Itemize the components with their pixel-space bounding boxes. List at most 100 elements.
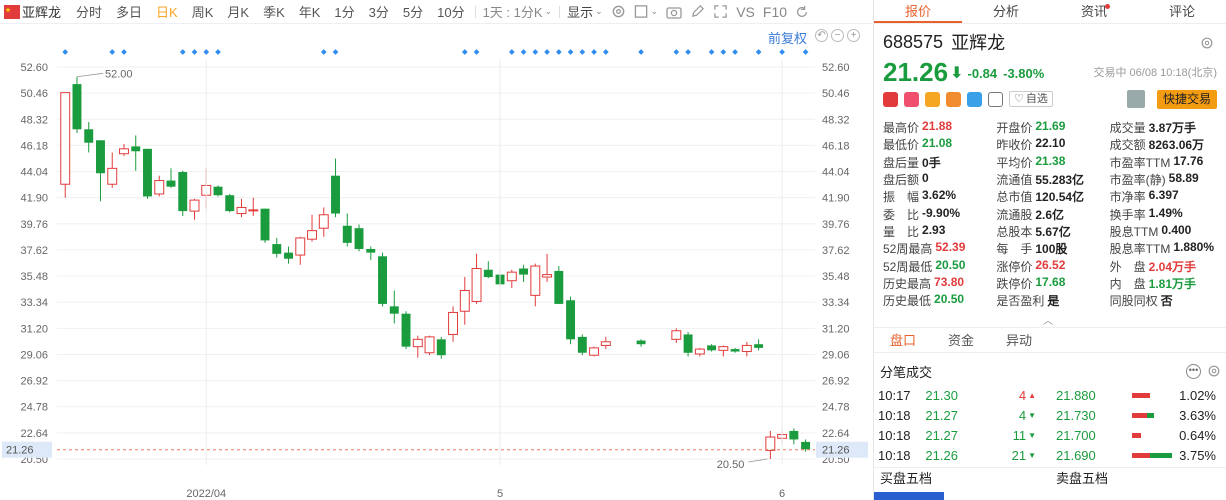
panel-tab[interactable]: 评论 <box>1138 0 1226 23</box>
stat-label: 涨停价 <box>996 259 1033 274</box>
stock-selector[interactable]: 亚辉龙 <box>0 2 69 21</box>
current-price-label: 21.26 <box>822 445 850 457</box>
period-tab[interactable]: 季K <box>256 2 292 21</box>
detail-tab[interactable]: 盘口 <box>874 328 932 352</box>
panel-tab[interactable]: 报价 <box>874 0 962 23</box>
refresh-icon[interactable] <box>791 5 813 19</box>
event-marker[interactable] <box>602 49 609 55</box>
gear-icon[interactable] <box>1200 36 1214 50</box>
coins-icon[interactable] <box>925 91 940 107</box>
detail-tab[interactable]: 资金 <box>932 328 990 352</box>
tab-label: 资讯 <box>1080 4 1107 19</box>
camera-icon[interactable] <box>662 4 686 19</box>
stat-cell: 最低价 21.08 <box>883 136 996 153</box>
collapse-icon[interactable]: ︿ <box>1043 312 1053 327</box>
event-marker[interactable] <box>567 49 574 55</box>
event-marker[interactable] <box>179 49 186 55</box>
event-marker[interactable] <box>673 49 680 55</box>
interval-dropdown[interactable]: 1天 : 1分K ⌄ <box>479 2 557 21</box>
event-marker[interactable] <box>332 49 339 55</box>
event-marker[interactable] <box>802 49 809 55</box>
event-marker[interactable] <box>473 49 480 55</box>
detail-tab[interactable]: 异动 <box>990 328 1048 352</box>
event-marker[interactable] <box>461 49 468 55</box>
x-tick-label: 5 <box>497 488 503 500</box>
chart-toolbar: 亚辉龙 分时 多日 日K 周K 月K 季K 年K 1分 3分 5分 10分 1天 : 1分K ⌄ 显示… <box>0 0 872 24</box>
zoom-out-icon[interactable]: − <box>831 29 844 42</box>
event-marker[interactable] <box>121 49 127 55</box>
event-marker[interactable] <box>532 49 539 55</box>
event-marker[interactable] <box>755 49 762 55</box>
bell-icon[interactable] <box>1126 90 1145 108</box>
event-marker[interactable] <box>191 49 198 55</box>
box-select-icon[interactable]: ⌄ <box>630 4 663 19</box>
period-tab[interactable]: 年K <box>292 2 328 21</box>
add-watchlist-button[interactable]: ♡ 自选 <box>1009 91 1053 107</box>
candle <box>272 237 282 258</box>
notebook-icon[interactable] <box>988 91 1003 107</box>
event-marker[interactable] <box>555 49 562 55</box>
event-marker[interactable] <box>579 49 586 55</box>
candle <box>448 306 459 342</box>
period-tab[interactable]: 日K <box>149 2 185 21</box>
period-tab[interactable]: 月K <box>220 2 256 21</box>
panel-tab[interactable]: 资讯 <box>1050 0 1138 23</box>
event-marker[interactable] <box>720 49 727 55</box>
tag-icon[interactable] <box>967 91 982 107</box>
draw-pen-icon[interactable] <box>686 4 709 19</box>
kline-chart[interactable]: 52.60 52.60 50.46 50.46 48.32 48.32 46.18 46.18… <box>0 24 872 500</box>
tick-list: 10:17 21.30 4 ▲ 10:18 21.27 4 ▼ 10:18 21.27 11 ▼ 10:… <box>878 385 1038 465</box>
candle <box>589 346 600 357</box>
event-marker[interactable] <box>203 49 210 55</box>
restore-adjust-link[interactable]: 前复权 <box>768 28 807 47</box>
candle <box>131 135 141 171</box>
event-marker[interactable] <box>320 49 327 55</box>
fullscreen-icon[interactable] <box>709 4 732 19</box>
event-marker[interactable] <box>109 49 116 55</box>
compare-button[interactable]: VS <box>732 4 759 20</box>
zoom-in-icon[interactable]: + <box>847 29 860 42</box>
chevron-down-icon: ⌄ <box>650 6 659 16</box>
event-marker[interactable] <box>732 49 738 55</box>
candle <box>307 214 317 242</box>
period-tab[interactable]: 5分 <box>396 2 430 21</box>
stat-label: 盘后额 <box>883 173 920 188</box>
runner-icon[interactable] <box>904 91 919 107</box>
period-tab[interactable]: 3分 <box>362 2 396 21</box>
event-marker[interactable] <box>508 49 515 55</box>
period-tab[interactable]: 多日 <box>109 2 149 21</box>
candlestick-chart[interactable]: 52.60 52.60 50.46 50.46 48.32 48.32 46.18 46.18… <box>0 24 872 500</box>
event-marker[interactable] <box>62 49 69 55</box>
period-tab[interactable]: 分时 <box>69 2 109 21</box>
gear-icon[interactable] <box>1207 364 1221 378</box>
settings-icon[interactable] <box>607 4 630 19</box>
fast-trade-button[interactable]: 快捷交易 <box>1156 89 1217 109</box>
period-tab[interactable]: 周K <box>185 2 221 21</box>
panel-tab[interactable]: 分析 <box>962 0 1050 23</box>
period-tab[interactable]: 1分 <box>327 2 361 21</box>
stat-row: 量 比 2.93 总股本 5.67亿 股息TTM 0.400 <box>883 223 1223 240</box>
stat-label: 外 盘 <box>1109 259 1146 274</box>
chevron-down-icon: ⌄ <box>595 6 603 16</box>
depth-bar <box>1132 412 1176 418</box>
stat-row: 历史最高 73.80 跌停价 17.68 内 盘 1.81万手 <box>883 275 1223 292</box>
event-marker[interactable] <box>779 49 785 55</box>
y-tick-label: 29.06 <box>20 349 48 361</box>
finance-icon[interactable] <box>946 91 961 107</box>
event-marker[interactable] <box>215 49 221 55</box>
event-marker[interactable] <box>685 49 691 55</box>
event-marker[interactable] <box>591 49 597 55</box>
more-icon[interactable]: ••• <box>1186 364 1201 379</box>
f10-button[interactable]: F10 <box>759 4 791 20</box>
tick-time: 10:18 <box>878 447 911 463</box>
chart-controls: ↶ − + <box>815 29 860 42</box>
event-marker[interactable] <box>544 49 550 55</box>
candle <box>789 428 799 445</box>
undo-icon[interactable]: ↶ <box>815 29 828 42</box>
event-marker[interactable] <box>708 49 715 55</box>
period-tab[interactable]: 10分 <box>430 2 471 21</box>
event-marker[interactable] <box>520 49 527 55</box>
china-flag-icon[interactable] <box>883 91 898 107</box>
display-dropdown[interactable]: 显示 ⌄ <box>563 2 607 21</box>
event-marker[interactable] <box>638 49 644 55</box>
